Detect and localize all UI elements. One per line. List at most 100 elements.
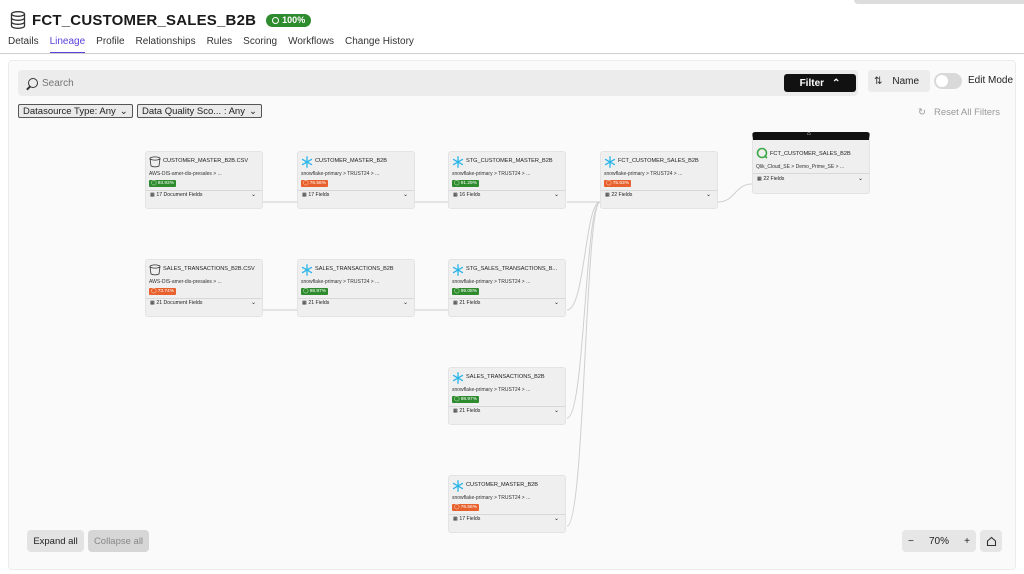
tabs-divider [0, 53, 1024, 54]
filter-button[interactable]: Filter ⌃ [784, 74, 856, 92]
node-fields: ▦ 17 Document Fields [150, 192, 203, 198]
search-input[interactable] [42, 77, 642, 89]
lineage-node[interactable]: SALES_TRANSACTIONS_B2B snowflake-primary… [297, 259, 415, 317]
node-score: 99.08% [460, 289, 477, 294]
node-path: Qlik_Cloud_SE > Demo_Prime_SE > ... [756, 164, 845, 170]
node-fields-label: 21 Document Fields [156, 300, 203, 306]
search-icon [28, 78, 38, 88]
node-score: 73.74% [157, 289, 174, 294]
fit-view-button[interactable] [980, 530, 1002, 552]
node-score: 75.63% [612, 181, 629, 186]
zoom-in-button[interactable]: + [964, 536, 970, 547]
node-title: CUSTOMER_MASTER_B2B [315, 158, 388, 164]
node-score-badge: ◯ 98.97% [301, 288, 328, 295]
lineage-node[interactable]: CUSTOMER_MASTER_B2B.CSV AWS-DIS-amer-dis… [145, 151, 263, 209]
snowflake-icon [604, 156, 616, 168]
node-title: FCT_CUSTOMER_SALES_B2B [618, 158, 699, 164]
node-fields: ▦ 22 Fields [605, 192, 633, 198]
node-divider [449, 514, 565, 515]
home-icon [986, 536, 996, 546]
lineage-node-selected[interactable]: ⌂ FCT_CUSTOMER_SALES_B2B Qlik_Cloud_SE >… [752, 131, 870, 194]
lineage-node[interactable]: STG_SALES_TRANSACTIONS_B... snowflake-pr… [448, 259, 566, 317]
node-divider [449, 190, 565, 191]
node-path: snowflake-primary > TRUST24 > ... [452, 171, 531, 177]
node-fields: ▦ 21 Document Fields [150, 300, 203, 306]
chevron-down-icon[interactable]: ⌄ [554, 299, 559, 306]
chevron-down-icon[interactable]: ⌄ [858, 175, 863, 182]
tab-scoring[interactable]: Scoring [243, 36, 277, 54]
node-fields-label: 21 Fields [308, 300, 330, 306]
node-title: SALES_TRANSACTIONS_B2B [315, 266, 394, 272]
node-divider [298, 298, 414, 299]
chevron-down-icon[interactable]: ⌄ [251, 299, 256, 306]
tab-bar: Details Lineage Profile Relationships Ru… [8, 36, 414, 54]
chevron-up-icon: ⌃ [832, 77, 841, 89]
node-title: SALES_TRANSACTIONS_B2B.CSV [163, 266, 255, 272]
snowflake-icon [452, 480, 464, 492]
tab-relationships[interactable]: Relationships [136, 36, 196, 54]
expand-all-button[interactable]: Expand all [27, 530, 84, 552]
node-fields: ▦ 17 Fields [453, 516, 481, 522]
node-divider [146, 298, 262, 299]
tab-profile[interactable]: Profile [96, 36, 124, 54]
node-path: AWS-DIS-amer-dis-presales > ... [149, 171, 222, 177]
sort-icon: ⇅ [874, 75, 883, 87]
node-divider [449, 406, 565, 407]
lineage-node[interactable]: SALES_TRANSACTIONS_B2B.CSV AWS-DIS-amer-… [145, 259, 263, 317]
chevron-down-icon[interactable]: ⌄ [706, 191, 711, 198]
tab-change-history[interactable]: Change History [345, 36, 414, 54]
qlik-icon [756, 147, 768, 159]
lineage-node[interactable]: CUSTOMER_MASTER_B2B snowflake-primary > … [297, 151, 415, 209]
chevron-down-icon[interactable]: ⌄ [403, 299, 408, 306]
collapse-all-button[interactable]: Collapse all [88, 530, 149, 552]
snowflake-icon [301, 264, 313, 276]
datasource-type-value: Datasource Type: Any [23, 105, 116, 117]
lineage-node[interactable]: FCT_CUSTOMER_SALES_B2B snowflake-primary… [600, 151, 718, 209]
tab-workflows[interactable]: Workflows [288, 36, 334, 54]
node-fields: ▦ 17 Fields [302, 192, 330, 198]
node-score-badge: ◯ 75.63% [604, 180, 631, 187]
node-fields-label: 21 Fields [459, 408, 481, 414]
lineage-node[interactable]: STG_CUSTOMER_MASTER_B2B snowflake-primar… [448, 151, 566, 209]
chevron-down-icon[interactable]: ⌄ [251, 191, 256, 198]
chevron-down-icon[interactable]: ⌄ [554, 515, 559, 522]
page-title: FCT_CUSTOMER_SALES_B2B [32, 11, 257, 29]
node-fields-label: 22 Fields [611, 192, 633, 198]
zoom-level: 70% [928, 535, 949, 547]
tab-lineage[interactable]: Lineage [49, 36, 86, 54]
node-path: snowflake-primary > TRUST24 > ... [452, 387, 531, 393]
zoom-out-button[interactable]: − [908, 536, 914, 547]
sort-label: Name [892, 75, 920, 87]
node-score: 91.29% [460, 181, 477, 186]
node-path: AWS-DIS-amer-dis-presales > ... [149, 279, 222, 285]
zoom-control: − 70% + [902, 530, 976, 552]
top-strip [854, 0, 1024, 4]
data-quality-filter[interactable]: Data Quality Sco... : Any ⌄ [137, 104, 262, 118]
tab-rules[interactable]: Rules [207, 36, 233, 54]
node-score: 76.56% [309, 181, 326, 186]
node-divider [601, 190, 717, 191]
reset-filters[interactable]: ↻ Reset All Filters [918, 107, 1000, 118]
chevron-down-icon[interactable]: ⌄ [554, 407, 559, 414]
snowflake-icon [452, 372, 464, 384]
node-score-badge: ◯ 93.93% [149, 180, 176, 187]
node-title: CUSTOMER_MASTER_B2B [466, 482, 539, 488]
bucket-icon [149, 156, 161, 168]
node-title: STG_CUSTOMER_MASTER_B2B [466, 158, 553, 164]
filter-label: Filter [799, 77, 825, 89]
node-fields-label: 17 Document Fields [156, 192, 203, 198]
node-score: 98.97% [309, 289, 326, 294]
node-fields: ▦ 21 Fields [453, 408, 481, 414]
refresh-icon: ↻ [918, 107, 926, 118]
chevron-down-icon[interactable]: ⌄ [554, 191, 559, 198]
datasource-type-filter[interactable]: Datasource Type: Any ⌄ [18, 104, 133, 118]
quality-score-value: 100% [282, 15, 306, 25]
edit-mode-toggle[interactable] [934, 73, 962, 89]
lineage-node[interactable]: CUSTOMER_MASTER_B2B snowflake-primary > … [448, 475, 566, 533]
node-score: 98.97% [460, 397, 477, 402]
chevron-down-icon[interactable]: ⌄ [403, 191, 408, 198]
lineage-node[interactable]: SALES_TRANSACTIONS_B2B snowflake-primary… [448, 367, 566, 425]
node-title: CUSTOMER_MASTER_B2B.CSV [163, 158, 249, 164]
tab-details[interactable]: Details [8, 36, 39, 54]
sort-control[interactable]: ⇅ Name [868, 70, 930, 92]
